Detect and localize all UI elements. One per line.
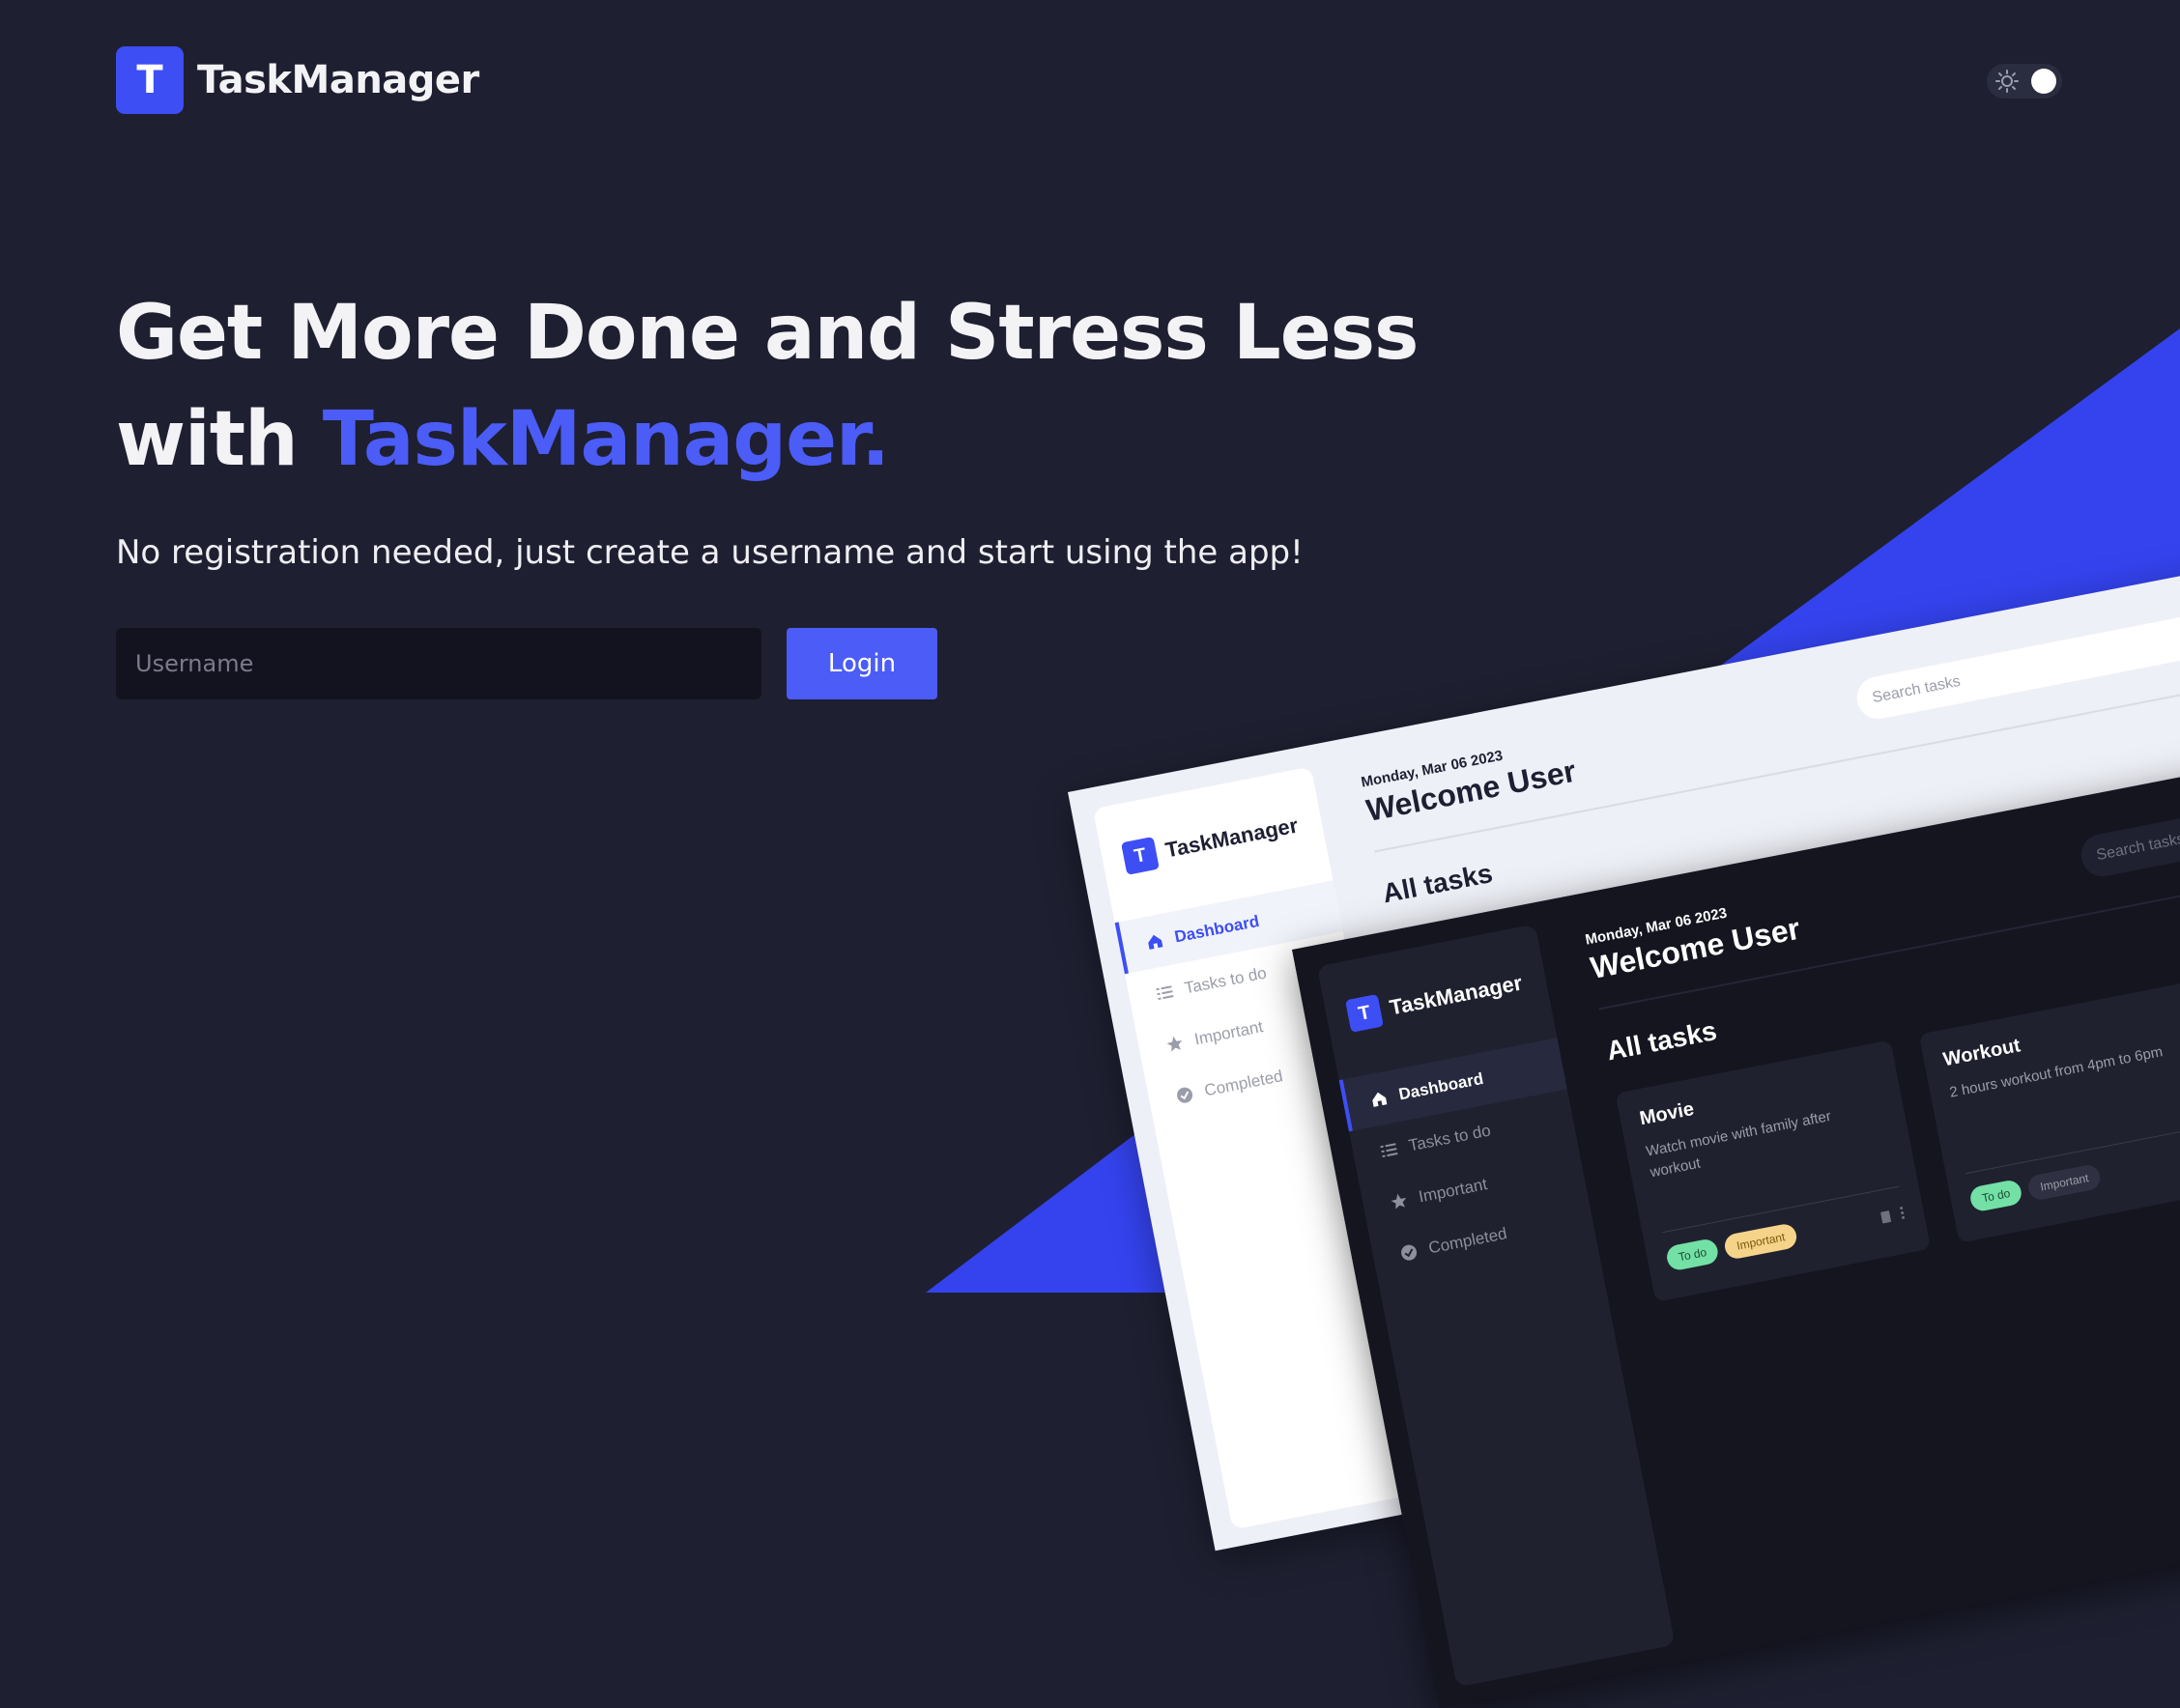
preview-section-title: All tasks: [1604, 1015, 1720, 1067]
preview-nav-label: Tasks to do: [1183, 963, 1269, 998]
hero-subtitle: No registration needed, just create a us…: [116, 533, 1304, 572]
theme-toggle[interactable]: [1987, 64, 2062, 99]
home-icon: [1148, 934, 1163, 950]
login-button[interactable]: Login: [787, 628, 937, 699]
list-icon: [1156, 985, 1174, 1001]
check-circle-icon: [1177, 1087, 1193, 1103]
star-icon: [1166, 1036, 1183, 1052]
preview-task-card: Workout 2 hours workout from 4pm to 6pm …: [1918, 981, 2180, 1243]
username-input[interactable]: [116, 628, 761, 699]
preview-logo-text: TaskManager: [1162, 812, 1301, 863]
hero-title-prefix: with: [116, 396, 323, 483]
hero-title-accent: TaskManager.: [322, 396, 890, 483]
hero-title-line1: Get More Done and Stress Less: [116, 290, 1419, 377]
check-circle-icon: [1401, 1244, 1418, 1261]
preview-nav-label: Tasks to do: [1407, 1121, 1493, 1155]
preview-nav-label: Important: [1192, 1017, 1265, 1049]
preview-nav: Dashboard Tasks to do Important Complete…: [1338, 1038, 1597, 1285]
preview-nav-label: Completed: [1202, 1067, 1285, 1100]
brand-name: TaskManager: [197, 58, 479, 102]
preview-nav-label: Dashboard: [1172, 911, 1261, 947]
tag-important: Important: [1723, 1222, 1799, 1261]
preview-logo-box: T: [1121, 836, 1160, 875]
preview-logo: T TaskManager: [1121, 810, 1301, 875]
tag-todo: To do: [1664, 1237, 1721, 1272]
sun-icon: [1995, 70, 2019, 93]
brand[interactable]: T TaskManager: [116, 46, 479, 114]
brand-logo: T: [116, 46, 184, 114]
star-icon: [1391, 1193, 1407, 1210]
home-icon: [1372, 1092, 1388, 1107]
list-icon: [1380, 1143, 1398, 1158]
tag-todo: To do: [1967, 1178, 2024, 1213]
preview-logo: T TaskManager: [1345, 967, 1525, 1033]
preview-nav-label: Important: [1417, 1175, 1489, 1207]
preview-nav-label: Completed: [1426, 1224, 1509, 1258]
trash-icon: [1880, 1207, 1906, 1224]
tag-important: Important: [2026, 1163, 2103, 1202]
toggle-knob: [2031, 69, 2056, 94]
preview-section-title: All tasks: [1380, 858, 1496, 909]
hero-title: Get More Done and Stress Less with TaskM…: [116, 280, 1419, 493]
preview-logo-box: T: [1345, 993, 1384, 1033]
preview-nav-label: Dashboard: [1396, 1068, 1485, 1104]
preview-task-card: Movie Watch movie with family after work…: [1615, 1039, 1932, 1302]
preview-logo-text: TaskManager: [1387, 970, 1525, 1020]
